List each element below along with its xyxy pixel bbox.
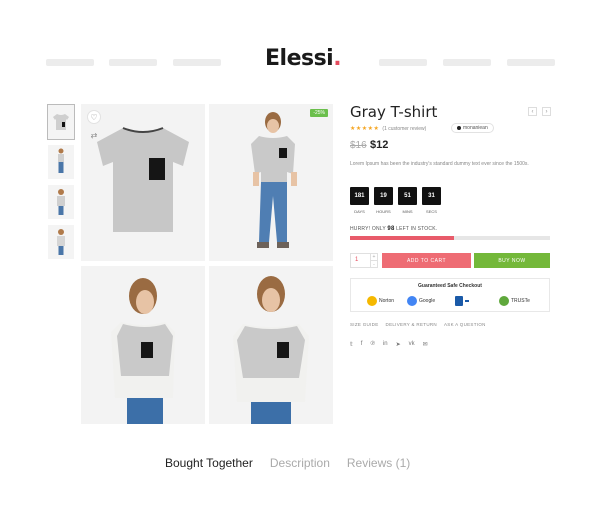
reviews-link[interactable]: (1 customer review) <box>382 126 426 132</box>
vk-icon[interactable]: vk <box>409 341 415 348</box>
wishlist-icon[interactable]: ♡ <box>87 110 101 124</box>
logo-dot: . <box>333 46 342 71</box>
product-photo-model-closeup[interactable] <box>209 266 333 424</box>
stock-message: HURRY! ONLY 98 LEFT IN STOCK. <box>350 226 437 232</box>
tab-bought-together[interactable]: Bought Together <box>165 456 253 470</box>
facebook-icon[interactable]: f <box>361 341 363 348</box>
stock-progress-fill <box>350 236 454 240</box>
thumbnail-image[interactable] <box>47 104 75 140</box>
logo-text: Elessi <box>265 46 334 71</box>
product-title: Gray T-shirt <box>350 103 438 121</box>
product-photo-model-side[interactable] <box>81 266 205 424</box>
stock-suffix: LEFT IN STOCK. <box>396 226 438 232</box>
seal-label <box>465 300 469 302</box>
star-rating: ★★★★★ <box>350 126 380 132</box>
product-links: SIZE GUIDE DELIVERY & RETURN ASK A QUEST… <box>350 322 486 327</box>
stock-count: 98 <box>387 226 395 232</box>
social-share: 𝕥 f ℗ in ➤ vk ✉ <box>350 341 428 348</box>
compare-icon[interactable]: ⇄ <box>87 128 101 142</box>
nav-link-placeholder[interactable] <box>443 59 491 66</box>
seal-label: TRUSTe <box>511 298 530 304</box>
sale-badge: -25% <box>310 109 328 117</box>
thumbnail-image[interactable] <box>48 145 74 179</box>
countdown-secs: 31 <box>422 187 441 205</box>
product-tabs: Bought Together Description Reviews (1) <box>165 456 410 470</box>
telegram-icon[interactable]: ➤ <box>396 341 401 348</box>
countdown-label: HOURS <box>376 209 391 214</box>
brand-logo-icon <box>457 126 461 130</box>
thumbnail-image[interactable] <box>48 185 74 219</box>
nav-link-placeholder[interactable] <box>173 59 221 66</box>
old-price: $16 <box>350 140 367 151</box>
truste-seal: TRUSTe <box>499 294 530 308</box>
linkedin-icon[interactable]: in <box>383 341 388 348</box>
thumbnail-image[interactable] <box>48 225 74 259</box>
prev-product-icon[interactable]: ‹ <box>528 107 537 116</box>
google-seal: Google <box>407 294 435 308</box>
product-photo-flat[interactable]: ♡ ⇄ <box>81 104 205 261</box>
thumbnail-list <box>47 104 75 265</box>
quantity-increase-button[interactable]: + <box>370 254 377 261</box>
short-description: Lorem Ipsum has been the industry's stan… <box>350 161 529 167</box>
countdown-label: MINS <box>402 209 413 214</box>
seal-label: Google <box>419 298 436 304</box>
accredited-business-seal <box>455 294 469 308</box>
product-photo-model-front[interactable]: -25% <box>209 104 333 261</box>
add-to-cart-button[interactable]: ADD TO CART <box>382 253 471 268</box>
safe-checkout-title: Guaranteed Safe Checkout <box>418 283 482 289</box>
quantity-value[interactable]: 1 <box>355 257 358 263</box>
next-product-icon[interactable]: › <box>542 107 551 116</box>
countdown-hours: 19 <box>374 187 393 205</box>
nav-link-placeholder[interactable] <box>507 59 555 66</box>
brand-tag[interactable]: monaniean <box>451 123 494 133</box>
site-logo[interactable]: Elessi. <box>265 46 342 71</box>
delivery-return-link[interactable]: DELIVERY & RETURN <box>386 322 437 327</box>
size-guide-link[interactable]: SIZE GUIDE <box>350 322 379 327</box>
current-price: $12 <box>370 139 389 151</box>
seal-label: Norton <box>379 298 395 304</box>
countdown-days: 181 <box>350 187 369 205</box>
stock-progress-bar <box>350 236 550 240</box>
nav-link-placeholder[interactable] <box>109 59 157 66</box>
google-check-icon <box>407 296 417 306</box>
tab-reviews[interactable]: Reviews (1) <box>347 456 410 470</box>
countdown-mins: 51 <box>398 187 417 205</box>
quantity-decrease-button[interactable]: - <box>370 261 377 268</box>
countdown-label: DAYS <box>354 209 365 214</box>
bbb-icon <box>455 296 463 306</box>
countdown-label: SECS <box>426 209 437 214</box>
pinterest-icon[interactable]: ℗ <box>370 341 374 348</box>
ask-question-link[interactable]: ASK A QUESTION <box>444 322 486 327</box>
tab-description[interactable]: Description <box>270 456 330 470</box>
truste-icon <box>499 296 509 306</box>
nav-link-placeholder[interactable] <box>46 59 94 66</box>
quantity-stepper[interactable]: 1 + - <box>350 253 378 268</box>
stock-prefix: HURRY! ONLY <box>350 226 386 232</box>
norton-check-icon <box>367 296 377 306</box>
rating-row: ★★★★★ (1 customer review) <box>350 125 426 133</box>
twitter-icon[interactable]: 𝕥 <box>350 341 353 348</box>
safe-checkout-box: Guaranteed Safe Checkout Norton Google T… <box>350 278 550 312</box>
brand-tag-label: monaniean <box>463 125 488 131</box>
email-icon[interactable]: ✉ <box>423 341 428 348</box>
norton-seal: Norton <box>367 294 394 308</box>
buy-now-button[interactable]: BUY NOW <box>474 253 550 268</box>
nav-link-placeholder[interactable] <box>379 59 427 66</box>
